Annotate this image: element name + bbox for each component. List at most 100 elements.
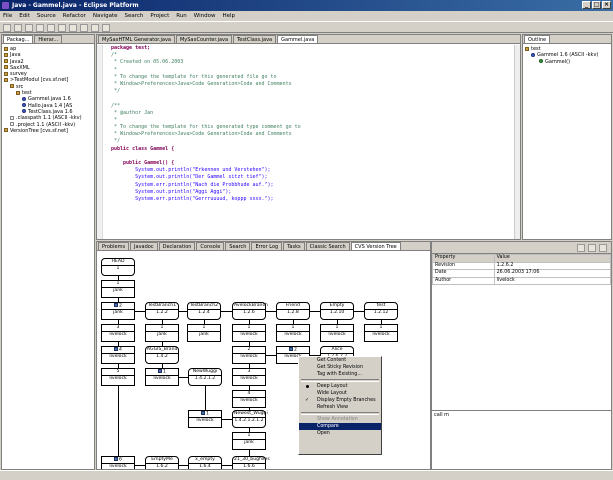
menu-bar: File Edit Source Refactor Navigate Search Proj… — [0, 11, 613, 21]
branch-node[interactable]: AvelockBranch 1.2.6 — [232, 302, 268, 320]
branch-node[interactable]: TestBranch2 1.2.4 — [187, 302, 221, 320]
node-value: jank — [199, 331, 209, 337]
tab-editor-1[interactable]: MySaxCounter.java — [175, 35, 233, 43]
tab-bottom-3[interactable]: Console — [196, 242, 225, 250]
revision-node[interactable]: 1 jank — [101, 280, 135, 298]
branch-node[interactable]: Empty 1.2.10 — [320, 302, 354, 320]
refresh-icon[interactable] — [577, 244, 585, 252]
node-label-text: Alice — [331, 347, 343, 352]
context-menu-item[interactable]: Get Sticky Revision — [299, 364, 381, 371]
revision-node[interactable]: 1 jank — [145, 324, 179, 342]
maximize-button[interactable]: □ — [592, 1, 601, 9]
tab-bottom-6[interactable]: Tasks — [283, 242, 305, 250]
outline-item[interactable]: Gammel() — [525, 59, 610, 65]
revision-node[interactable]: 1 livelock — [276, 324, 310, 342]
revision-node[interactable]: 3 livelock — [101, 324, 135, 342]
tab-editor-2[interactable]: TestClass.java — [233, 35, 277, 43]
branch-node[interactable]: TestBranch1 1.2.2 — [145, 302, 179, 320]
revision-node[interactable]: 1 livelock — [145, 368, 179, 386]
branch-node[interactable]: HEAD 1 — [101, 258, 135, 276]
context-menu-item[interactable]: Refresh View — [299, 404, 381, 411]
property-row[interactable]: Revision 1.2.6.2 — [432, 261, 612, 270]
menu-refactor[interactable]: Refactor — [63, 11, 86, 21]
back-icon[interactable] — [91, 24, 99, 32]
context-menu-item[interactable]: Wide Layout — [299, 390, 381, 397]
context-menu-item[interactable]: Tag with Existing... — [299, 371, 381, 378]
comment-area[interactable]: call m — [432, 410, 611, 469]
editor-scrollbar[interactable] — [514, 45, 520, 239]
branch-node[interactable]: test 1.2.12 — [364, 302, 398, 320]
code-line: * Window>Preferences>Java>Code Generatio… — [111, 131, 292, 138]
branch-node[interactable]: x_empty 1.6.4 — [188, 456, 222, 469]
menu-edit[interactable]: Edit — [19, 11, 30, 21]
tab-bottom-4[interactable]: Search — [225, 242, 251, 250]
code-area[interactable]: package test;/* * Created on 05.06.2003 … — [111, 45, 518, 237]
tab-outline[interactable]: Outline — [524, 35, 551, 43]
save-icon[interactable] — [14, 24, 22, 32]
node-label-text: Empty — [329, 303, 345, 308]
node-value: 1.2.10 — [329, 309, 345, 315]
tree-item[interactable]: VersionTree [cvs.sf.net] — [4, 128, 93, 134]
branch-node[interactable]: EmptyMe 1.6.2 — [145, 456, 179, 469]
revision-node[interactable]: 1 livelock — [320, 324, 354, 342]
revision-node[interactable]: 1 jank — [187, 324, 221, 342]
print-icon[interactable] — [25, 24, 33, 32]
node-label: 1 — [321, 325, 353, 332]
run-icon[interactable] — [47, 24, 55, 32]
new-icon[interactable] — [3, 24, 11, 32]
menu-source[interactable]: Source — [37, 11, 56, 21]
revision-node[interactable]: 5 livelock — [101, 368, 135, 386]
context-menu-item[interactable]: Show Annotation — [299, 416, 381, 423]
revision-node[interactable]: 2 jank — [101, 302, 135, 320]
debug-icon[interactable] — [36, 24, 44, 32]
revision-node[interactable]: 1 livelock — [364, 324, 398, 342]
revision-node[interactable]: 1 jank — [232, 432, 266, 450]
menu-icon[interactable] — [599, 244, 607, 252]
context-menu-item[interactable]: Open — [299, 430, 381, 437]
tab-editor-0[interactable]: MySaxHTML Generator.java — [98, 35, 175, 43]
menu-window[interactable]: Window — [194, 11, 216, 21]
menu-help[interactable]: Help — [222, 11, 235, 21]
context-menu-item[interactable]: Compare — [299, 423, 381, 430]
close-button[interactable]: × — [602, 1, 611, 9]
context-menu-item[interactable]: Display Empty Branches — [299, 397, 381, 404]
menu-file[interactable]: File — [3, 11, 12, 21]
revision-node[interactable]: 1 livelock — [232, 324, 266, 342]
revision-node[interactable]: 4 livelock — [232, 390, 266, 408]
tab-bottom-7[interactable]: Classic Search — [305, 242, 350, 250]
menu-run[interactable]: Run — [176, 11, 187, 21]
tab-bottom-1[interactable]: Javadoc — [130, 242, 158, 250]
property-row[interactable]: Date 26.06.2003 17:06 — [432, 269, 612, 278]
code-line: System.out.println("Erkennen und Versteh… — [111, 167, 271, 174]
branch-node[interactable]: 21_30_bugfixes 1.6.6 — [232, 456, 270, 469]
revision-node[interactable]: 1 livelock — [188, 410, 222, 428]
branch-node[interactable]: Friend 1.2.8 — [276, 302, 310, 320]
tab-bottom-5[interactable]: Error Log — [251, 242, 283, 250]
property-row[interactable]: Author livelock — [432, 276, 612, 285]
new-class-icon[interactable] — [58, 24, 66, 32]
menu-search[interactable]: Search — [125, 11, 144, 21]
tab-bottom-2[interactable]: Declaration — [158, 242, 196, 250]
open-type-icon[interactable] — [69, 24, 77, 32]
forward-icon[interactable] — [102, 24, 110, 32]
branch-node[interactable]: NewWuggi 1.4.2.1.2 — [188, 368, 222, 386]
folder-icon — [4, 71, 8, 76]
tab-bottom-0[interactable]: Problems — [98, 242, 130, 250]
tab-left-0[interactable]: Packag... — [3, 35, 34, 43]
branch-node[interactable]: AGGIS_Brand 1.4.2 — [145, 346, 179, 364]
context-menu-item[interactable]: Get Content — [299, 357, 381, 364]
revision-node[interactable]: 3 livelock — [232, 368, 266, 386]
context-menu-item[interactable]: Deep Layout — [299, 383, 381, 390]
tab-editor-3[interactable]: Gammel.java — [277, 35, 319, 43]
branch-node[interactable]: Newest_Wuggi 1.4.2.1.2.1.2 — [232, 410, 268, 428]
search-icon[interactable] — [80, 24, 88, 32]
tab-left-1[interactable]: Hierar... — [34, 35, 63, 43]
menu-project[interactable]: Project — [150, 11, 169, 21]
revision-node[interactable]: 6 livelock — [101, 456, 135, 469]
menu-navigate[interactable]: Navigate — [93, 11, 118, 21]
tab-bottom-8[interactable]: CVS Version Tree — [350, 242, 401, 250]
link-icon[interactable] — [588, 244, 596, 252]
revision-node[interactable]: 2 livelock — [232, 346, 266, 364]
revision-node[interactable]: 4 livelock — [101, 346, 135, 364]
minimize-button[interactable]: _ — [582, 1, 591, 9]
